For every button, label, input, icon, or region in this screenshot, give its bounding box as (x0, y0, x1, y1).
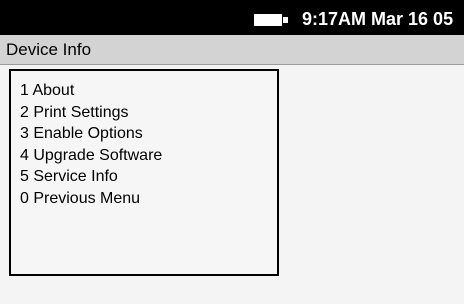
status-bar: 9:17AM Mar 16 05 (0, 0, 464, 35)
menu-panel: 1 About 2 Print Settings 3 Enable Option… (9, 69, 279, 276)
menu-item-about[interactable]: 1 About (20, 80, 277, 102)
status-time-date: 9:17AM Mar 16 05 (302, 9, 454, 29)
menu-item-service-info[interactable]: 5 Service Info (20, 166, 277, 188)
title-bar: Device Info (0, 35, 464, 65)
menu-item-print-settings[interactable]: 2 Print Settings (20, 102, 277, 124)
page-title: Device Info (6, 40, 92, 59)
menu-item-upgrade-software[interactable]: 4 Upgrade Software (20, 145, 277, 167)
menu-item-enable-options[interactable]: 3 Enable Options (20, 123, 277, 145)
battery-icon (254, 14, 290, 26)
menu-item-previous-menu[interactable]: 0 Previous Menu (20, 188, 277, 210)
menu-list: 1 About 2 Print Settings 3 Enable Option… (11, 71, 277, 209)
